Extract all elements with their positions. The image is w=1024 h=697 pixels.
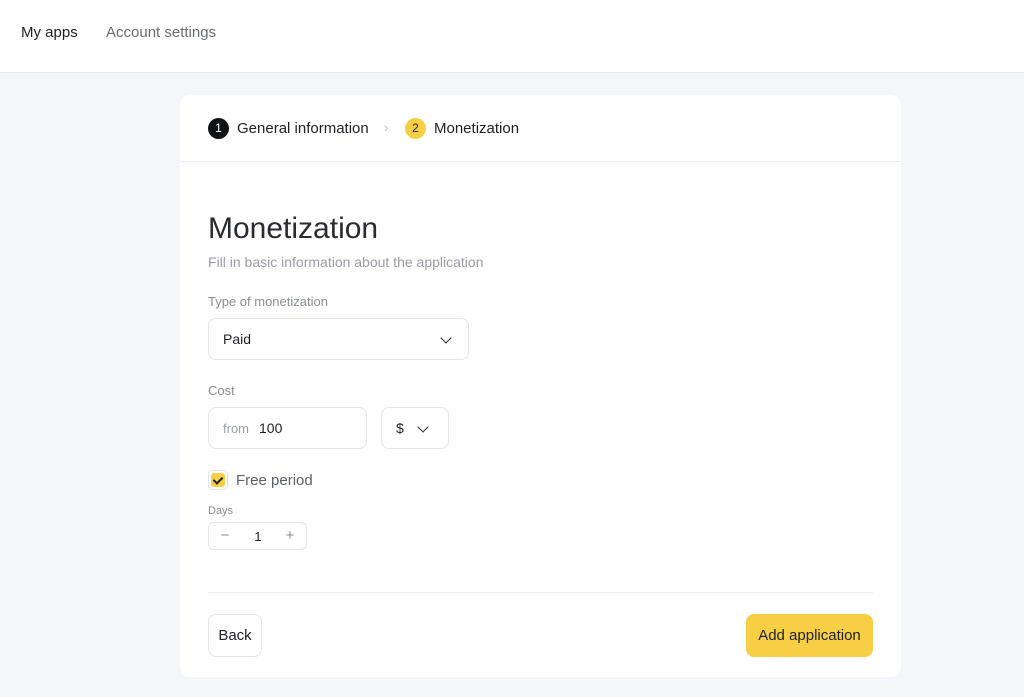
days-value[interactable]: 1 bbox=[249, 529, 267, 544]
free-period-toggle[interactable]: Free period bbox=[208, 470, 313, 490]
step-monetization[interactable]: 2 Monetization bbox=[405, 117, 519, 139]
free-period-checkbox[interactable] bbox=[208, 470, 228, 490]
cost-field[interactable]: from bbox=[208, 407, 367, 449]
chevron-down-icon bbox=[417, 421, 429, 433]
cost-input[interactable] bbox=[259, 420, 339, 436]
monetization-type-value: Paid bbox=[223, 331, 252, 347]
step-number-1: 1 bbox=[208, 117, 229, 139]
cost-label: Cost bbox=[208, 383, 235, 398]
back-button[interactable]: Back bbox=[208, 614, 262, 657]
chevron-right-icon: › bbox=[384, 120, 389, 135]
monetization-type-select[interactable]: Paid bbox=[208, 318, 469, 360]
step-number-2: 2 bbox=[405, 117, 426, 139]
nav-account-settings[interactable]: Account settings bbox=[106, 24, 216, 42]
currency-value: $ bbox=[396, 420, 404, 436]
monetization-type-label: Type of monetization bbox=[208, 294, 328, 309]
increment-button[interactable]: + bbox=[280, 526, 300, 546]
days-stepper: − 1 + bbox=[208, 522, 307, 550]
step-general-information[interactable]: 1 General information bbox=[208, 117, 369, 139]
currency-select[interactable]: $ bbox=[381, 407, 449, 449]
page-subtitle: Fill in basic information about the appl… bbox=[208, 254, 484, 270]
cost-prefix: from bbox=[223, 420, 249, 436]
footer-divider bbox=[208, 592, 873, 593]
free-period-label: Free period bbox=[236, 471, 313, 489]
add-application-button[interactable]: Add application bbox=[746, 614, 873, 657]
nav-my-apps[interactable]: My apps bbox=[21, 24, 78, 42]
days-label: Days bbox=[208, 505, 234, 517]
page-title: Monetization bbox=[208, 212, 379, 245]
wizard-stepper: 1 General information › 2 Monetization bbox=[180, 95, 901, 162]
chevron-down-icon bbox=[440, 332, 452, 344]
step-label-monetization: Monetization bbox=[434, 119, 520, 137]
checkmark-icon bbox=[211, 473, 225, 487]
step-label-general-information: General information bbox=[237, 119, 369, 137]
decrement-button[interactable]: − bbox=[215, 526, 235, 546]
monetization-card: 1 General information › 2 Monetization M… bbox=[180, 95, 901, 677]
top-navigation: My apps Account settings bbox=[0, 0, 1024, 73]
